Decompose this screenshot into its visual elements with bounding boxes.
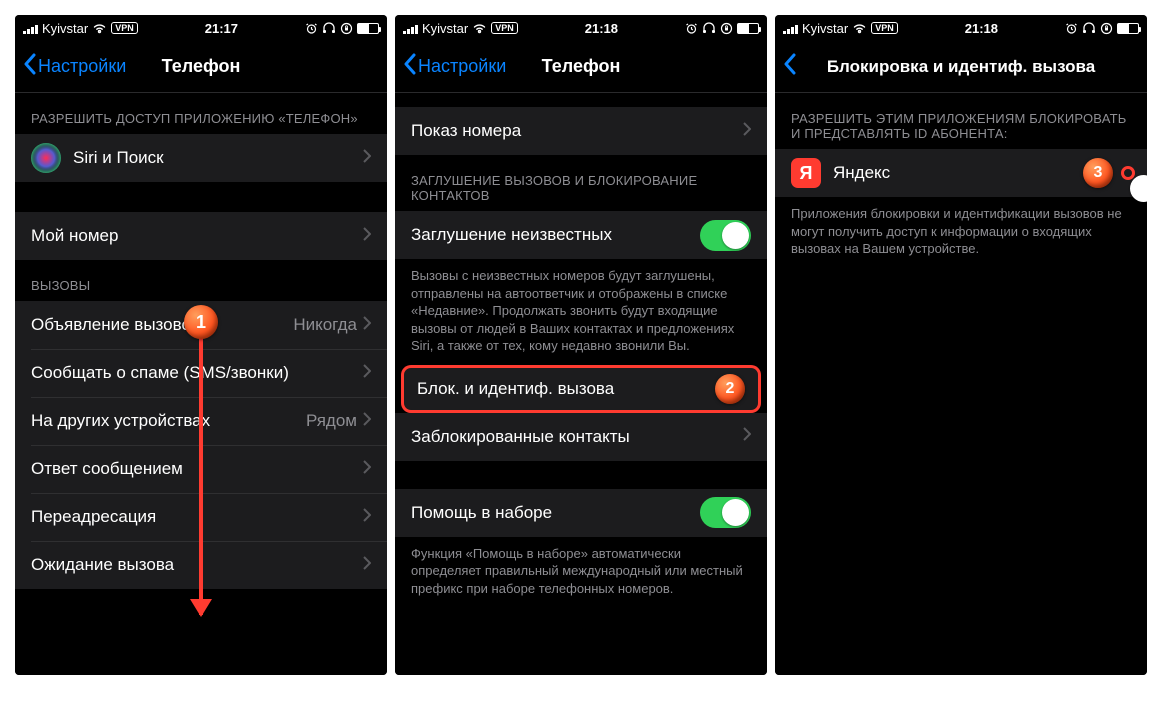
wifi-icon: [472, 23, 487, 34]
back-label: Настройки: [38, 56, 126, 77]
row-call-blocking-identification[interactable]: Блок. и идентиф. вызова 2: [401, 365, 761, 413]
row-app-yandex[interactable]: Я Яндекс 3: [775, 149, 1147, 197]
battery-icon: [1117, 23, 1139, 34]
row-my-number[interactable]: Мой номер: [15, 212, 387, 260]
screen-3-call-blocking-id: Kyivstar VPN 21:18 Блокировка и идентиф.…: [775, 15, 1147, 675]
chevron-right-icon: [363, 508, 371, 527]
chevron-right-icon: [363, 460, 371, 479]
row-blocked-contacts[interactable]: Заблокированные контакты: [395, 413, 767, 461]
chevron-right-icon: [363, 227, 371, 246]
chevron-right-icon: [743, 122, 751, 141]
wifi-icon: [852, 23, 867, 34]
alarm-icon: [685, 22, 698, 34]
chevron-right-icon: [363, 412, 371, 431]
row-silence-unknown[interactable]: Заглушение неизвестных: [395, 211, 767, 259]
row-label: Ответ сообщением: [31, 459, 363, 479]
group-header-calls: ВЫЗОВЫ: [15, 260, 387, 301]
headphone-icon: [322, 22, 336, 34]
footer-blocking-apps: Приложения блокировки и идентификации вы…: [775, 197, 1147, 268]
lock-rotation-icon: [1100, 22, 1113, 35]
chevron-left-icon: [23, 53, 36, 80]
chevron-right-icon: [363, 364, 371, 383]
siri-icon: [31, 143, 61, 173]
chevron-left-icon: [783, 53, 796, 80]
row-label: Объявление вызовов: [31, 315, 293, 335]
annotation-marker-3: 3: [1083, 158, 1113, 188]
row-label: Сообщать о спаме (SMS/звонки): [31, 363, 363, 383]
chevron-right-icon: [363, 316, 371, 335]
annotation-marker-2: 2: [715, 374, 745, 404]
row-label: Переадресация: [31, 507, 363, 527]
headphone-icon: [702, 22, 716, 34]
wifi-icon: [92, 23, 107, 34]
toggle-silence-unknown[interactable]: [700, 220, 751, 251]
back-button[interactable]: Настройки: [23, 53, 126, 80]
row-label: На других устройствах: [31, 411, 306, 431]
carrier-label: Kyivstar: [422, 21, 468, 36]
signal-bars-icon: [23, 23, 38, 34]
yandex-app-icon: Я: [791, 158, 821, 188]
status-bar: Kyivstar VPN 21:17: [15, 15, 387, 41]
back-label: Настройки: [418, 56, 506, 77]
row-label: Заблокированные контакты: [411, 427, 743, 447]
row-siri-search[interactable]: Siri и Поиск: [15, 134, 387, 182]
row-label: Заглушение неизвестных: [411, 225, 700, 245]
vpn-badge: VPN: [491, 22, 518, 34]
footer-silence-unknown: Вызовы с неизвестных номеров будут заглу…: [395, 259, 767, 365]
row-label: Ожидание вызова: [31, 555, 363, 575]
battery-icon: [357, 23, 379, 34]
group-header-silence-block: ЗАГЛУШЕНИЕ ВЫЗОВОВ И БЛОКИРОВАНИЕ КОНТАК…: [395, 155, 767, 211]
signal-bars-icon: [783, 23, 798, 34]
chevron-left-icon: [403, 53, 416, 80]
group-header-allow-apps: РАЗРЕШИТЬ ЭТИМ ПРИЛОЖЕНИЯМ БЛОКИРОВАТЬ И…: [775, 93, 1147, 149]
headphone-icon: [1082, 22, 1096, 34]
chevron-right-icon: [363, 556, 371, 575]
nav-bar: Блокировка и идентиф. вызова: [775, 41, 1147, 93]
row-label: Помощь в наборе: [411, 503, 700, 523]
row-show-my-caller-id[interactable]: Показ номера: [395, 107, 767, 155]
chevron-right-icon: [743, 427, 751, 446]
row-dial-assist[interactable]: Помощь в наборе: [395, 489, 767, 537]
group-header-allow-access: РАЗРЕШИТЬ ДОСТУП ПРИЛОЖЕНИЮ «ТЕЛЕФОН»: [15, 93, 387, 134]
annotation-marker-1: 1: [184, 305, 218, 339]
toggle-dial-assist[interactable]: [700, 497, 751, 528]
footer-dial-assist: Функция «Помощь в наборе» автоматически …: [395, 537, 767, 608]
status-time: 21:18: [585, 21, 618, 36]
alarm-icon: [1065, 22, 1078, 34]
row-label: Мой номер: [31, 226, 363, 246]
row-label: Блок. и идентиф. вызова: [417, 379, 709, 399]
back-button[interactable]: [783, 53, 796, 80]
vpn-badge: VPN: [871, 22, 898, 34]
screen-1-phone-settings: Kyivstar VPN 21:17 Настройки Телефон РАЗ…: [15, 15, 387, 675]
toggle-highlight-frame: [1121, 166, 1135, 180]
settings-list[interactable]: Показ номера ЗАГЛУШЕНИЕ ВЫЗОВОВ И БЛОКИР…: [395, 93, 767, 675]
carrier-label: Kyivstar: [42, 21, 88, 36]
signal-bars-icon: [403, 23, 418, 34]
lock-rotation-icon: [340, 22, 353, 35]
status-time: 21:17: [205, 21, 238, 36]
settings-list[interactable]: РАЗРЕШИТЬ ЭТИМ ПРИЛОЖЕНИЯМ БЛОКИРОВАТЬ И…: [775, 93, 1147, 675]
row-label: Яндекс: [833, 163, 1083, 183]
status-bar: Kyivstar VPN 21:18: [395, 15, 767, 41]
chevron-right-icon: [363, 149, 371, 168]
nav-bar: Настройки Телефон: [395, 41, 767, 93]
alarm-icon: [305, 22, 318, 34]
screen-2-phone-settings-scrolled: Kyivstar VPN 21:18 Настройки Телефон Пок…: [395, 15, 767, 675]
status-bar: Kyivstar VPN 21:18: [775, 15, 1147, 41]
lock-rotation-icon: [720, 22, 733, 35]
status-time: 21:18: [965, 21, 998, 36]
nav-bar: Настройки Телефон: [15, 41, 387, 93]
row-value: Никогда: [293, 315, 357, 335]
battery-icon: [737, 23, 759, 34]
nav-title: Блокировка и идентиф. вызова: [775, 57, 1147, 77]
vpn-badge: VPN: [111, 22, 138, 34]
row-label: Siri и Поиск: [73, 148, 363, 168]
carrier-label: Kyivstar: [802, 21, 848, 36]
back-button[interactable]: Настройки: [403, 53, 506, 80]
row-label: Показ номера: [411, 121, 743, 141]
row-value: Рядом: [306, 411, 357, 431]
annotation-arrow-down: [199, 325, 203, 615]
